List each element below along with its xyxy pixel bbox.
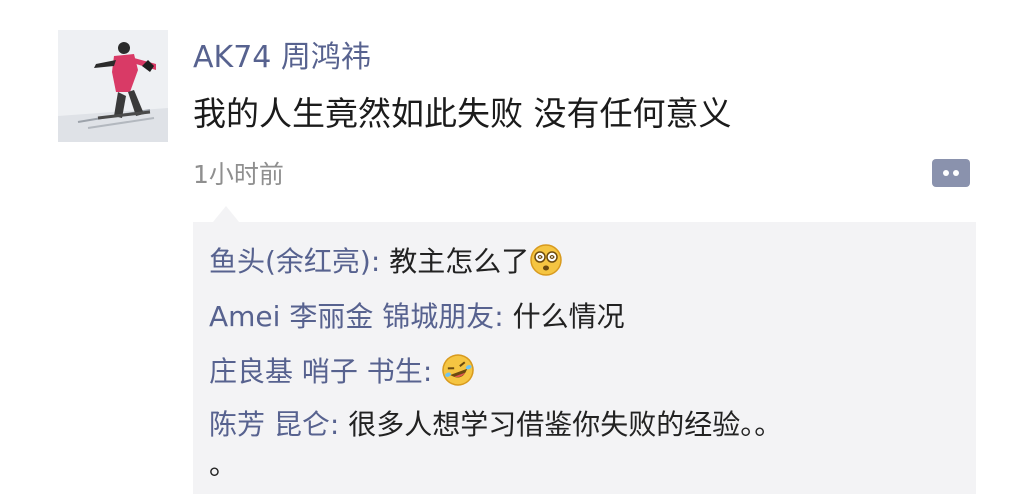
comment-item: Amei 李丽金 锦城朋友: 什么情况 bbox=[209, 289, 976, 344]
skier-photo-icon bbox=[58, 30, 168, 142]
comment-item: 鱼头(余红亮): 教主怎么了 bbox=[209, 234, 976, 289]
post-time: 1小时前 bbox=[193, 160, 284, 189]
comment-separator: : bbox=[494, 300, 513, 333]
comment-separator: : bbox=[422, 355, 442, 388]
rolling-laughing-emoji-icon bbox=[441, 353, 475, 387]
moments-post: AK74 周鸿祎 我的人生竟然如此失败 没有任何意义 1小时前 鱼头(余红亮):… bbox=[0, 0, 1024, 494]
comment-item: 陈芳 昆仑: 很多人想学习借鉴你失败的经验。。 bbox=[209, 399, 976, 451]
comment-text-continuation: 。 bbox=[209, 448, 238, 481]
comment-author[interactable]: 鱼头(余红亮) bbox=[209, 245, 371, 278]
comment-author[interactable]: Amei 李丽金 锦城朋友 bbox=[209, 300, 494, 333]
comment-text: 教主怎么了 bbox=[389, 245, 530, 278]
comment-author[interactable]: 庄良基 哨子 书生 bbox=[209, 355, 423, 388]
post-content: 我的人生竟然如此失败 没有任何意义 bbox=[193, 94, 732, 133]
avatar[interactable] bbox=[58, 30, 168, 142]
comments-pointer bbox=[213, 206, 239, 222]
comments-panel: 鱼头(余红亮): 教主怎么了 Amei 李丽金 锦城朋友: 什么情况 庄良基 哨… bbox=[193, 222, 976, 494]
comment-button[interactable] bbox=[932, 157, 970, 189]
comment-separator: : bbox=[329, 408, 349, 441]
post-author[interactable]: AK74 周鸿祎 bbox=[193, 38, 371, 78]
comment-text: 很多人想学习借鉴你失败的经验。。 bbox=[348, 408, 783, 441]
comment-separator: : bbox=[370, 245, 390, 278]
comment-author[interactable]: 陈芳 昆仑 bbox=[209, 408, 330, 441]
comment-item: 庄良基 哨子 书生: bbox=[209, 344, 976, 399]
dizzy-face-emoji-icon bbox=[529, 243, 563, 277]
comment-bubble-icon bbox=[932, 159, 970, 187]
comment-text: 什么情况 bbox=[512, 300, 625, 333]
